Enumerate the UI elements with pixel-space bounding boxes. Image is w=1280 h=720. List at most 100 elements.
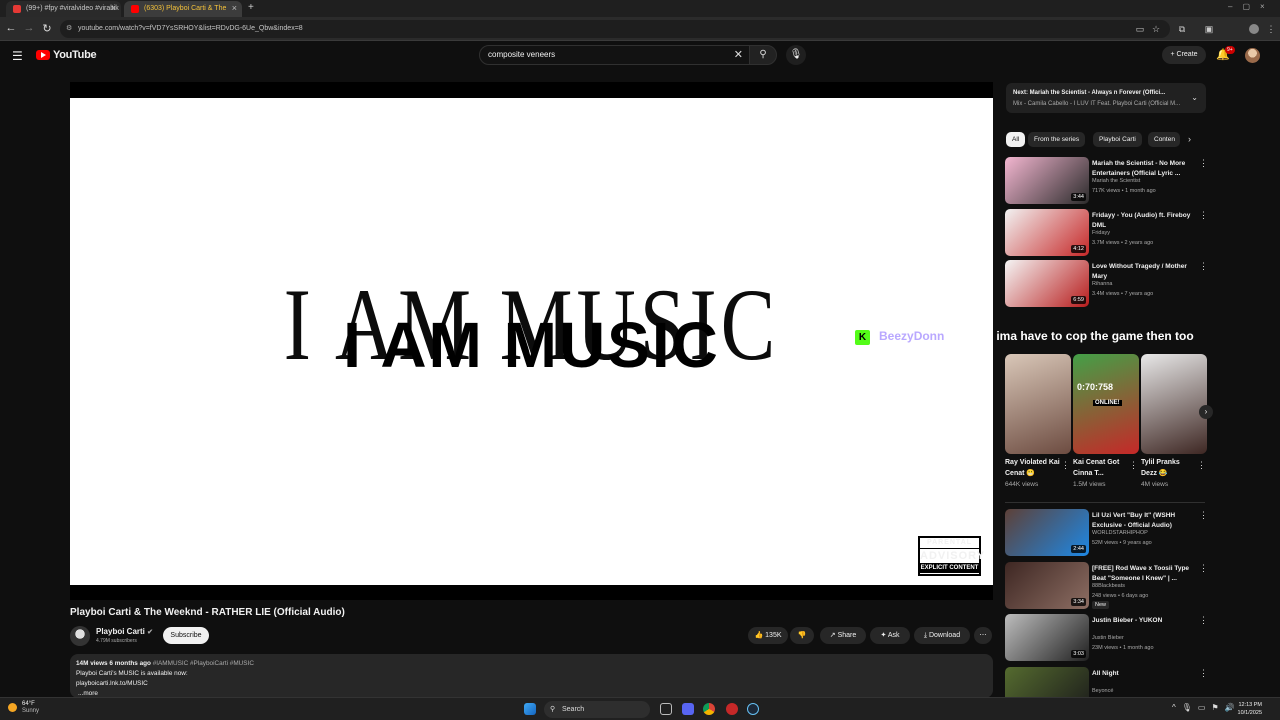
- rec-channel[interactable]: Mariah the Scientist: [1092, 176, 1140, 186]
- reload-icon[interactable]: ↻: [40, 22, 54, 35]
- short-title[interactable]: Kai Cenat Got Cinna T...: [1073, 457, 1129, 479]
- dislike-button[interactable]: 👎: [790, 627, 814, 644]
- system-clock[interactable]: 12:13 PM 10/1/2025: [1232, 701, 1262, 717]
- short-overlay-tag: ONLINE!: [1093, 400, 1122, 406]
- close-tab-icon[interactable]: ×: [111, 1, 116, 16]
- channel-name-text: Playboi Carti: [96, 627, 145, 636]
- verified-icon: ✔: [147, 629, 154, 636]
- more-options-icon[interactable]: ⋮: [1199, 668, 1208, 679]
- short-thumbnail[interactable]: [1141, 354, 1207, 454]
- rec-title[interactable]: All Night: [1092, 669, 1192, 679]
- more-options-icon[interactable]: ⋮: [1199, 510, 1208, 521]
- more-options-icon[interactable]: ⋮: [1199, 261, 1208, 272]
- more-actions-button[interactable]: ⋯: [974, 627, 992, 644]
- video-thumbnail[interactable]: 4:12: [1005, 208, 1089, 256]
- microphone-icon: 🎙: [789, 49, 803, 60]
- browser-tab-2[interactable]: (6303) Playboi Carti & The ×: [124, 1, 242, 17]
- taskbar-search[interactable]: ⚲ Search: [544, 701, 650, 718]
- more-options-icon[interactable]: ⋮: [1199, 615, 1208, 626]
- video-thumbnail[interactable]: 3:34: [1005, 561, 1089, 609]
- up-next-mix-panel[interactable]: Next: Mariah the Scientist - Always n Fo…: [1006, 83, 1206, 113]
- chips-next-icon[interactable]: ›: [1188, 134, 1191, 144]
- more-options-icon[interactable]: ⋮: [1197, 460, 1206, 471]
- browser-tab-1[interactable]: (99+) #fpy #viralvideo #viraltik ×: [6, 1, 121, 17]
- extensions-icon[interactable]: ⧉: [1177, 24, 1187, 34]
- more-options-icon[interactable]: ⋮: [1061, 460, 1070, 471]
- chrome-icon[interactable]: [703, 703, 715, 715]
- sidebar-icon[interactable]: ▣: [1204, 24, 1214, 34]
- chip-content[interactable]: Conten: [1148, 132, 1180, 147]
- rec-channel[interactable]: 88Blackbeats: [1092, 581, 1125, 591]
- create-button[interactable]: + Create: [1162, 46, 1206, 64]
- ask-button[interactable]: ✦ Ask: [870, 627, 910, 644]
- download-button[interactable]: ⤓ Download: [914, 627, 970, 644]
- rec-title[interactable]: Justin Bieber - YUKON: [1092, 616, 1192, 626]
- shorts-next-icon[interactable]: ›: [1199, 405, 1213, 419]
- rec-channel[interactable]: Rihanna: [1092, 279, 1113, 289]
- more-options-icon[interactable]: ⋮: [1199, 158, 1208, 169]
- close-tab-icon[interactable]: ×: [232, 1, 237, 16]
- chevron-down-icon[interactable]: ⌄: [1191, 92, 1198, 103]
- voice-search-button[interactable]: 🎙: [786, 45, 806, 65]
- notification-count-badge: 9+: [1225, 46, 1235, 54]
- new-tab-icon[interactable]: +: [248, 2, 254, 13]
- duration-badge: 3:03: [1071, 650, 1086, 658]
- address-bar[interactable]: ⚙ youtube.com/watch?v=fVD7YsSRHOY&list=R…: [60, 20, 1170, 38]
- chat-message: mmm ima have to cop the game then too: [961, 329, 1194, 343]
- video-thumbnail[interactable]: 3:44: [1005, 157, 1089, 204]
- install-app-icon[interactable]: ▭: [1135, 24, 1145, 34]
- tiktok-favicon-icon: [13, 5, 21, 13]
- short-title[interactable]: Tylil Pranks Dezz 😂: [1141, 457, 1197, 479]
- short-thumbnail[interactable]: 0:70:758 ONLINE!: [1073, 354, 1139, 454]
- video-thumbnail[interactable]: 3:03: [1005, 614, 1089, 661]
- system-tray-icons[interactable]: ^🎙▭⚑🔊: [1172, 703, 1241, 712]
- profile-icon[interactable]: [1249, 24, 1259, 34]
- clear-search-icon[interactable]: ✕: [734, 46, 743, 64]
- search-icon: ⚲: [550, 706, 556, 713]
- discord-icon[interactable]: [682, 703, 694, 715]
- forward-icon[interactable]: →: [22, 22, 36, 34]
- youtube-favicon-icon: [131, 5, 139, 13]
- site-info-icon[interactable]: ⚙: [66, 20, 72, 38]
- chip-from-series[interactable]: From the series: [1028, 132, 1086, 147]
- hamburger-menu-icon[interactable]: ☰: [12, 49, 23, 63]
- clock-time: 12:13 PM: [1238, 702, 1262, 708]
- more-options-icon[interactable]: ⋮: [1129, 460, 1138, 471]
- steam-icon[interactable]: [747, 703, 759, 715]
- channel-name[interactable]: Playboi Carti ✔: [96, 627, 153, 636]
- weather-widget[interactable]: 64°F Sunny: [8, 701, 39, 715]
- hashtags[interactable]: #IAMMUSIC #PlayboiCarti #MUSIC: [153, 660, 254, 667]
- duration-badge: 3:34: [1071, 597, 1086, 606]
- menu-icon[interactable]: ⋮: [1266, 24, 1276, 34]
- bookmark-star-icon[interactable]: ☆: [1151, 24, 1161, 34]
- weather-sun-icon: [8, 703, 17, 712]
- account-avatar[interactable]: [1245, 48, 1260, 63]
- rec-channel[interactable]: Fridayy: [1092, 228, 1110, 238]
- description-link[interactable]: playboicarti.lnk.to/MUSIC: [76, 679, 987, 689]
- rec-channel[interactable]: Justin Bieber: [1092, 633, 1124, 643]
- youtube-logo[interactable]: YouTube: [36, 49, 97, 61]
- short-title[interactable]: Ray Violated Kai Cenat 😬: [1005, 457, 1061, 479]
- chip-all[interactable]: All: [1006, 132, 1026, 147]
- subscribe-button[interactable]: Subscribe: [163, 627, 209, 644]
- chip-playboi-carti[interactable]: Playboi Carti: [1093, 132, 1142, 147]
- short-thumbnail[interactable]: [1005, 354, 1071, 454]
- search-button[interactable]: ⚲: [749, 45, 777, 65]
- description-box[interactable]: 14M views 6 months ago #IAMMUSIC #Playbo…: [70, 654, 993, 698]
- search-input[interactable]: composite veneers ✕: [479, 45, 750, 65]
- rec-channel[interactable]: Beyoncé: [1092, 686, 1113, 696]
- rec-channel[interactable]: WORLDSTARHIPHOP: [1092, 528, 1148, 538]
- task-view-icon[interactable]: [660, 703, 672, 715]
- video-thumbnail[interactable]: 2:44: [1005, 509, 1089, 556]
- like-button[interactable]: 👍 135K: [748, 627, 788, 644]
- windows-start-icon[interactable]: [524, 703, 536, 715]
- video-thumbnail[interactable]: 6:59: [1005, 260, 1089, 307]
- back-icon[interactable]: ←: [4, 22, 18, 34]
- share-button[interactable]: ↗ Share: [820, 627, 866, 644]
- window-controls[interactable]: –▢×: [1228, 2, 1275, 11]
- app-icon[interactable]: [726, 703, 738, 715]
- channel-avatar[interactable]: [70, 626, 90, 646]
- youtube-logo-text: YouTube: [53, 49, 97, 61]
- more-options-icon[interactable]: ⋮: [1199, 563, 1208, 574]
- more-options-icon[interactable]: ⋮: [1199, 210, 1208, 221]
